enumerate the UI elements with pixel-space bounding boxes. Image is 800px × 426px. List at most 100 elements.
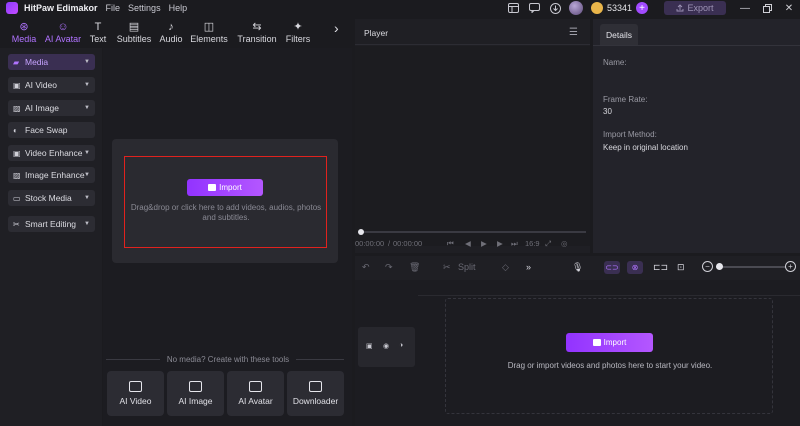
- track-audio-icon[interactable]: ◑: [399, 342, 403, 349]
- sidebar-item-media[interactable]: ▰ Media ▼: [8, 54, 95, 70]
- sidebar-item-ai-image[interactable]: ▨ AI Image ▼: [8, 100, 95, 116]
- chevron-down-icon: ▼: [84, 59, 90, 65]
- sidebar-item-label: AI Image: [25, 103, 60, 113]
- split-label[interactable]: Split: [458, 262, 476, 272]
- divider: [296, 359, 344, 360]
- fullscreen-icon[interactable]: ⤢: [545, 239, 551, 249]
- sidebar-item-image-enhance[interactable]: ▨ Image Enhance ▼: [8, 167, 95, 183]
- close-button[interactable]: ✕: [778, 0, 800, 16]
- redo-icon[interactable]: ↷: [385, 262, 393, 273]
- ai-avatar-tool-button[interactable]: AI Avatar: [227, 371, 284, 416]
- ai-video-icon: ▣: [13, 80, 21, 90]
- chevron-down-icon: ▼: [84, 82, 90, 88]
- downloader-tool-button[interactable]: Downloader: [287, 371, 344, 416]
- menu-icon[interactable]: ☰: [569, 27, 578, 38]
- sidebar-item-ai-video[interactable]: ▣ AI Video ▼: [8, 77, 95, 93]
- chevron-down-icon: ▼: [84, 195, 90, 201]
- add-credits-button[interactable]: +: [636, 2, 648, 14]
- user-avatar[interactable]: [568, 1, 583, 15]
- import-method-label: Import Method:: [603, 130, 657, 139]
- tab-text[interactable]: T Text: [84, 18, 112, 46]
- link-toggle-icon[interactable]: ⊗: [627, 261, 643, 274]
- export-label: Export: [687, 3, 714, 13]
- feedback-icon[interactable]: [528, 1, 542, 15]
- player-title: Player: [364, 28, 389, 38]
- current-time: 00:00:00: [355, 239, 385, 248]
- sidebar-item-label: AI Video: [25, 80, 57, 90]
- fast-forward-icon[interactable]: »: [526, 262, 531, 272]
- smart-editing-icon: ✂: [13, 219, 20, 229]
- tab-transition[interactable]: ⇆ Transition: [232, 18, 282, 46]
- ai-video-tool-button[interactable]: AI Video: [107, 371, 164, 416]
- image-enhance-icon: ▨: [13, 170, 21, 180]
- ripple-icon[interactable]: ⊏⊐: [653, 262, 668, 273]
- track-lock-icon[interactable]: ▣: [366, 342, 373, 350]
- split-icon[interactable]: ✂: [443, 262, 451, 273]
- fit-icon[interactable]: ⊡: [677, 262, 685, 273]
- minimize-button[interactable]: —: [734, 0, 756, 16]
- scrubber-handle[interactable]: [358, 229, 364, 235]
- feature-tabs: ⊛ Media ☺ AI Avatar T Text ▤ Subtitles ♪…: [0, 18, 352, 46]
- drop-zone-highlight: [124, 156, 327, 248]
- magnet-snap-icon[interactable]: ⊂⊃: [604, 261, 620, 274]
- divider: [593, 45, 800, 46]
- sidebar-item-smart-editing[interactable]: ✂ Smart Editing ▼: [8, 216, 95, 232]
- timeline-drop-zone[interactable]: [445, 298, 773, 414]
- timeline-ruler[interactable]: [418, 282, 800, 296]
- timeline-drop-text: Drag or import videos and photos here to…: [507, 361, 713, 370]
- ai-image-icon: [189, 381, 202, 392]
- chevron-right-icon[interactable]: ›: [334, 20, 339, 36]
- import-label: Import: [603, 338, 627, 347]
- tab-ai-avatar-label: AI Avatar: [44, 34, 82, 44]
- menu-file[interactable]: File: [106, 3, 121, 13]
- tab-transition-label: Transition: [237, 34, 277, 44]
- undo-icon[interactable]: ↶: [362, 262, 370, 273]
- delete-icon[interactable]: 🗑: [409, 262, 420, 273]
- export-button[interactable]: Export: [664, 1, 726, 15]
- media-import-button[interactable]: Import: [187, 179, 263, 196]
- play-icon[interactable]: ▶: [481, 239, 487, 248]
- layout-icon[interactable]: [507, 1, 521, 15]
- divider: [106, 359, 160, 360]
- tab-subtitles[interactable]: ▤ Subtitles: [112, 18, 156, 46]
- tab-elements[interactable]: ◫ Elements: [186, 18, 232, 46]
- next-frame-icon[interactable]: ⏭: [511, 239, 518, 249]
- prev-frame-icon[interactable]: ⏮: [447, 239, 454, 249]
- time-separator: /: [388, 239, 391, 248]
- player-preview[interactable]: [355, 46, 590, 246]
- player-scrubber[interactable]: [361, 231, 586, 233]
- tab-subtitles-label: Subtitles: [116, 34, 152, 44]
- step-forward-icon[interactable]: ▶: [497, 239, 503, 248]
- ai-avatar-icon: [249, 381, 262, 392]
- track-visibility-icon[interactable]: ◉: [383, 342, 389, 350]
- snapshot-icon[interactable]: ◎: [561, 239, 568, 248]
- ai-image-tool-button[interactable]: AI Image: [167, 371, 224, 416]
- filters-icon: ✦: [293, 21, 303, 33]
- step-back-icon[interactable]: ◀: [465, 239, 471, 248]
- import-method-value: Keep in original location: [603, 143, 688, 152]
- aspect-ratio[interactable]: 16:9: [525, 239, 540, 248]
- tab-media[interactable]: ⊛ Media: [6, 18, 42, 46]
- zoom-slider[interactable]: [716, 266, 786, 268]
- microphone-icon[interactable]: 🎙: [572, 262, 583, 273]
- tab-filters[interactable]: ✦ Filters: [282, 18, 314, 46]
- sidebar-item-video-enhance[interactable]: ▣ Video Enhance ▼: [8, 145, 95, 161]
- restore-button[interactable]: [756, 0, 778, 16]
- sidebar-item-face-swap[interactable]: ◐ Face Swap: [8, 122, 95, 138]
- tool-label: AI Avatar: [238, 396, 273, 406]
- shield-icon[interactable]: ◇: [502, 262, 509, 273]
- menu-help[interactable]: Help: [169, 3, 188, 13]
- sidebar-item-stock-media[interactable]: ▭ Stock Media ▼: [8, 190, 95, 206]
- zoom-slider-handle[interactable]: [716, 263, 723, 270]
- tab-details[interactable]: Details: [600, 24, 638, 45]
- tab-media-label: Media: [11, 34, 37, 44]
- subtitles-icon: ▤: [128, 21, 140, 33]
- zoom-out-icon[interactable]: −: [702, 261, 713, 272]
- zoom-in-icon[interactable]: +: [785, 261, 796, 272]
- tab-ai-avatar[interactable]: ☺ AI Avatar: [42, 18, 84, 46]
- download-icon[interactable]: [549, 1, 563, 15]
- chevron-down-icon: ▼: [84, 172, 90, 178]
- timeline-import-button[interactable]: Import: [566, 333, 653, 352]
- menu-settings[interactable]: Settings: [128, 3, 161, 13]
- tab-audio[interactable]: ♪ Audio: [156, 18, 186, 46]
